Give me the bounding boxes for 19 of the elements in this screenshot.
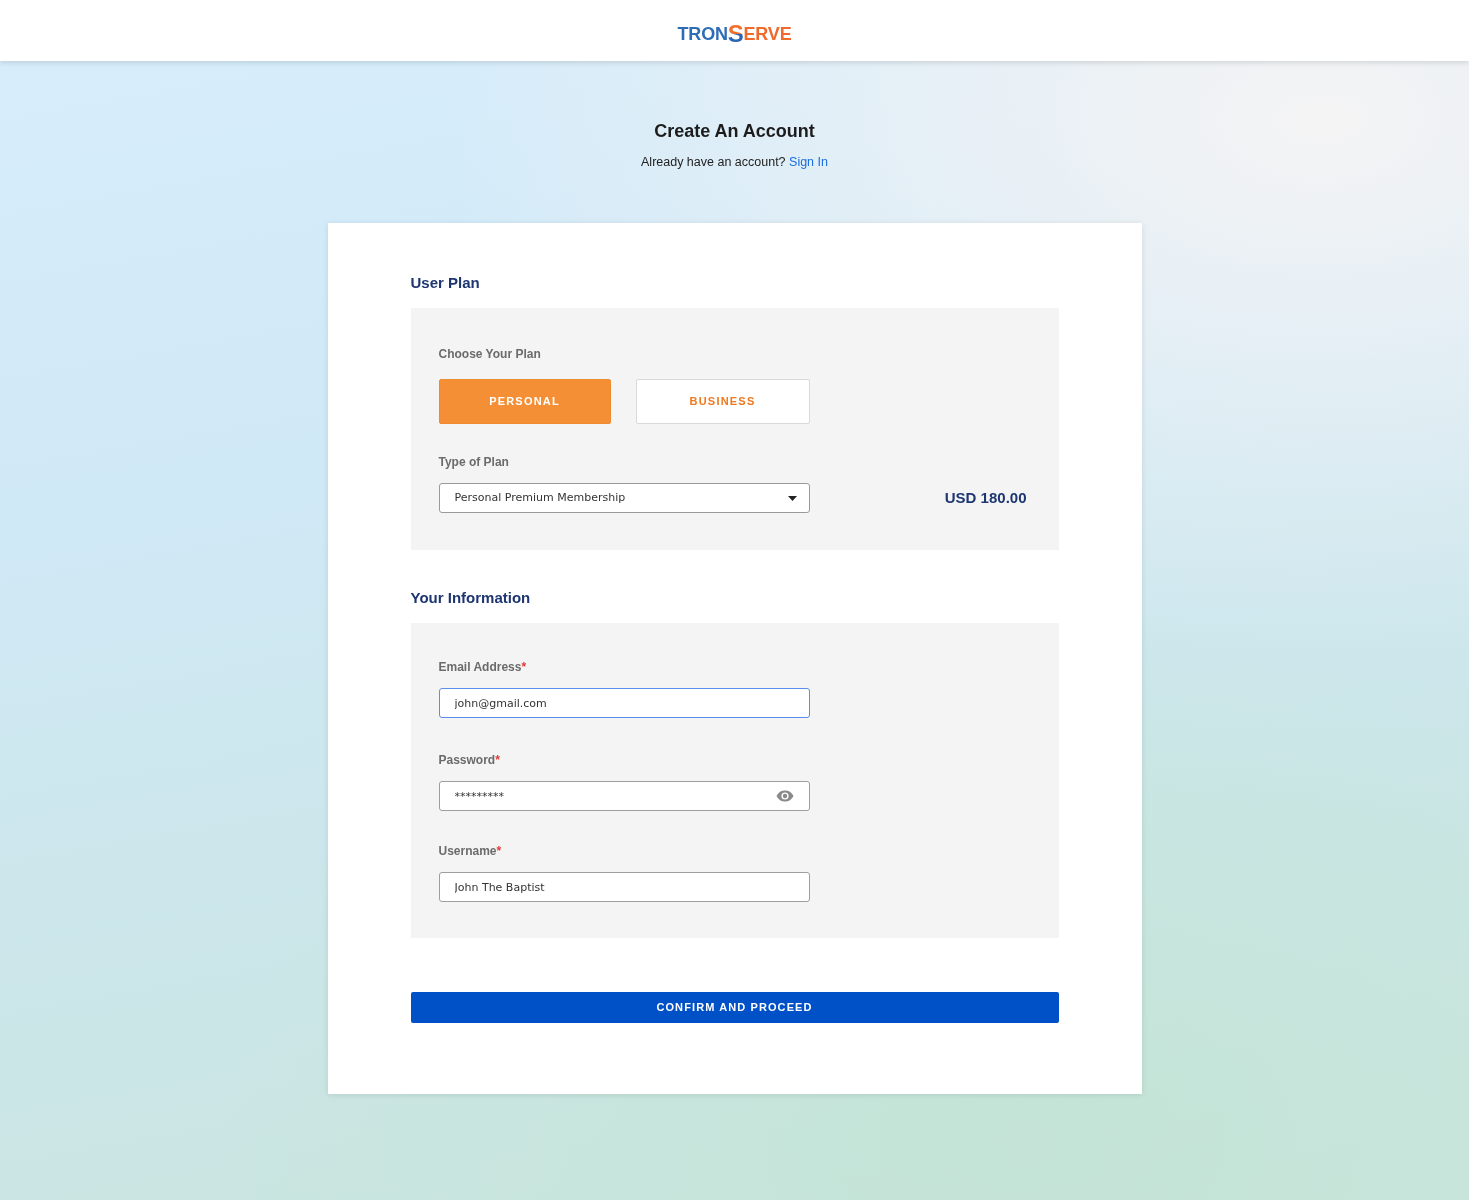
confirm-button[interactable]: CONFIRM AND PROCEED	[410, 992, 1059, 1023]
section-heading: User Plan	[410, 274, 481, 292]
input-field[interactable]: John The Baptist	[438, 872, 810, 902]
field-label: Password*	[438, 753, 500, 768]
eye-icon[interactable]	[775, 790, 794, 802]
field-label: Type of Plan	[438, 455, 509, 470]
sign-in-prompt: Already have an account? Sign In	[641, 154, 828, 170]
field-label: Email Address*	[438, 660, 527, 675]
input-field[interactable]: john@gmail.com	[438, 688, 810, 718]
brand-logo[interactable]: TRONSERVE	[677, 21, 792, 46]
field-label: Username*	[438, 844, 502, 859]
field-label: Choose Your Plan	[438, 347, 541, 362]
caret-down-icon	[787, 495, 797, 501]
plan-type-dropdown[interactable]: Personal Premium Membership	[438, 483, 810, 513]
plan-price: USD 180.00	[944, 489, 1027, 507]
page-title: Create An Account	[654, 120, 815, 142]
sign-in-link[interactable]: Sign In	[789, 155, 828, 169]
section-heading: Your Information	[410, 589, 532, 607]
password-field[interactable]: *********	[438, 781, 810, 811]
